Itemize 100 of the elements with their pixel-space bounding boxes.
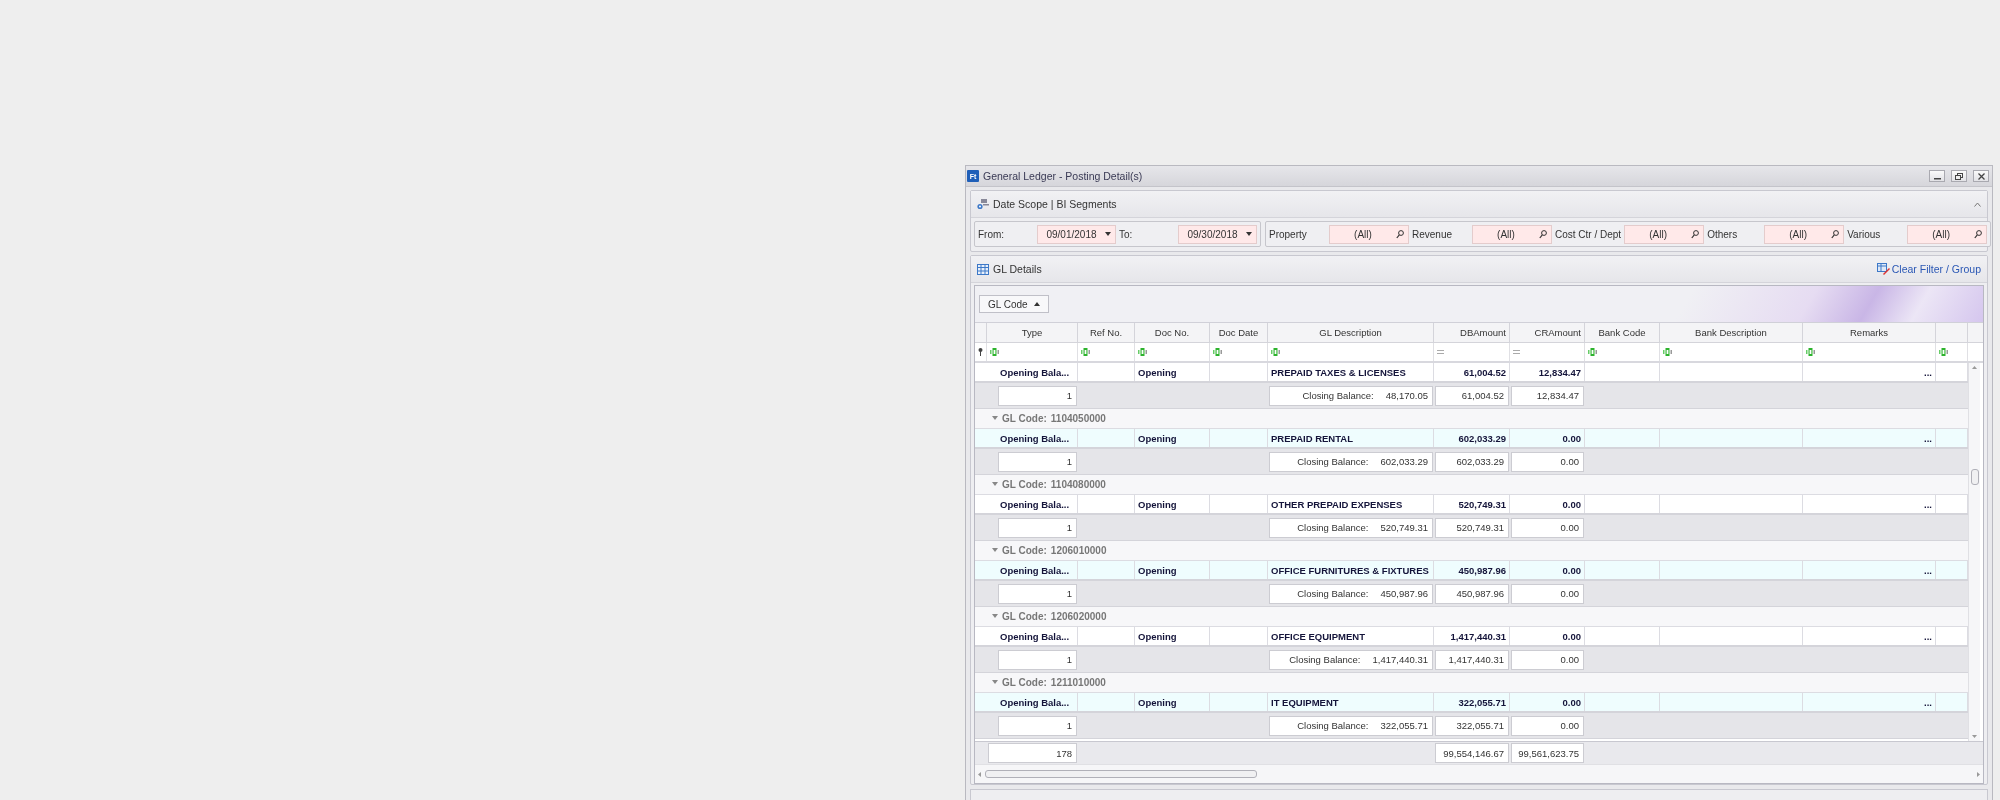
text-filter-icon[interactable]	[1081, 348, 1091, 356]
close-icon	[1977, 172, 1985, 180]
group-label: GL Code:	[1002, 677, 1047, 688]
search-icon[interactable]	[1974, 229, 1983, 239]
grid-icon	[977, 263, 989, 275]
segment-label: Property	[1269, 228, 1308, 240]
table-cell: 0.00	[1510, 693, 1585, 711]
column-header[interactable]: Doc No.	[1135, 323, 1210, 342]
table-cell: Opening Bala...	[997, 627, 1078, 645]
to-date-field[interactable]: 09/30/2018	[1178, 224, 1257, 244]
summary-cell: 0.00	[1511, 583, 1584, 604]
segment-field[interactable]: (All)	[1764, 224, 1845, 244]
segment-field[interactable]: (All)	[1329, 224, 1409, 244]
table-cell: 322,055.71	[1434, 693, 1510, 711]
total-cell: 99,554,146.67	[1435, 743, 1509, 763]
table-cell: Opening Bala...	[997, 429, 1078, 447]
segment-field[interactable]: (All)	[1472, 224, 1552, 244]
collapse-arrow-icon[interactable]	[992, 416, 998, 421]
table-cell: ...	[1803, 429, 1936, 447]
table-cell: Opening Bala...	[997, 495, 1078, 513]
dropdown-arrow-icon[interactable]	[1246, 232, 1252, 236]
closing-balance: Closing Balance: 1,417,440.31	[1269, 649, 1433, 670]
column-header[interactable]: Bank Code	[1585, 323, 1660, 342]
column-header[interactable]: GL Description	[1268, 323, 1434, 342]
table-cell: ...	[1803, 627, 1936, 645]
close-button[interactable]	[1973, 170, 1989, 182]
segment-label: Cost Ctr / Dept	[1555, 228, 1622, 240]
segment-label: Revenue	[1412, 228, 1454, 240]
text-filter-icon[interactable]	[1588, 348, 1598, 356]
text-filter-icon[interactable]	[1806, 348, 1816, 356]
text-filter-icon[interactable]	[1213, 348, 1223, 356]
collapse-arrow-icon[interactable]	[992, 548, 998, 553]
table-cell: 1,417,440.31	[1434, 627, 1510, 645]
dropdown-arrow-icon[interactable]	[1105, 232, 1111, 236]
closing-balance: Closing Balance: 450,987.96	[1269, 583, 1433, 604]
summary-count: 1	[998, 517, 1077, 538]
summary-count: 1	[998, 451, 1077, 472]
table-cell: ...	[1803, 363, 1936, 381]
group-code: 1104050000	[1050, 413, 1106, 424]
column-header[interactable]: CRAmount	[1510, 323, 1585, 342]
minimize-button[interactable]	[1929, 170, 1945, 182]
search-icon[interactable]	[1831, 229, 1840, 239]
group-by-chip[interactable]: GL Code	[979, 295, 1049, 313]
text-filter-icon[interactable]	[990, 348, 1000, 356]
segment-field[interactable]: (All)	[1907, 224, 1988, 244]
table-cell: Opening Bala...	[997, 693, 1078, 711]
from-date-field[interactable]: 09/01/2018	[1037, 224, 1116, 244]
scroll-thumb[interactable]	[1970, 469, 1979, 485]
text-filter-icon[interactable]	[1138, 348, 1148, 356]
segment-field[interactable]: (All)	[1624, 224, 1705, 244]
search-icon[interactable]	[1396, 229, 1404, 239]
restore-button[interactable]	[1951, 170, 1967, 182]
text-filter-icon[interactable]	[1939, 348, 1949, 356]
table-cell: PREPAID TAXES & LICENSES	[1268, 363, 1434, 381]
collapse-icon[interactable]	[1974, 201, 1981, 207]
summary-cell: 520,749.31	[1435, 517, 1509, 538]
collapse-arrow-icon[interactable]	[992, 614, 998, 619]
collapse-arrow-icon[interactable]	[992, 482, 998, 487]
column-header[interactable]: DBAmount	[1434, 323, 1510, 342]
text-filter-icon[interactable]	[1663, 348, 1673, 356]
panel-title: Date Scope | BI Segments	[993, 198, 1118, 210]
search-icon[interactable]	[1691, 229, 1700, 239]
group-code: 1104080000	[1050, 479, 1106, 490]
group-label: GL Code:	[1002, 611, 1047, 622]
table-cell: Opening Bala...	[997, 363, 1078, 381]
text-filter-icon[interactable]	[1271, 348, 1281, 356]
scroll-down-icon[interactable]	[1972, 735, 1977, 738]
summary-count: 1	[998, 715, 1077, 736]
scroll-up-icon[interactable]	[1972, 366, 1977, 369]
column-header[interactable]: Remarks	[1803, 323, 1936, 342]
closing-balance: Closing Balance: 322,055.71	[1269, 715, 1433, 736]
summary-cell: 0.00	[1511, 715, 1584, 736]
collapse-arrow-icon[interactable]	[992, 680, 998, 685]
summary-cell: 0.00	[1511, 517, 1584, 538]
table-cell: Opening Bala...	[997, 561, 1078, 579]
column-header[interactable]: Ref No.	[1078, 323, 1135, 342]
table-cell: 61,004.52	[1434, 363, 1510, 381]
group-code: 1206010000	[1050, 545, 1107, 556]
sort-ascending-icon	[1033, 302, 1040, 306]
scroll-right-icon[interactable]	[1977, 771, 1980, 777]
equals-icon[interactable]	[1437, 350, 1444, 354]
segment-label: Various	[1847, 228, 1882, 240]
total-cell: 99,561,623.75	[1511, 743, 1584, 763]
scroll-thumb[interactable]	[985, 770, 1257, 778]
closing-balance: Closing Balance: 602,033.29	[1269, 451, 1433, 472]
column-header[interactable]: Bank Description	[1660, 323, 1803, 342]
table-cell: 0.00	[1510, 495, 1585, 513]
scroll-left-icon[interactable]	[978, 771, 981, 777]
clear-filter-link[interactable]: Clear Filter / Group	[1876, 263, 1981, 275]
equals-icon[interactable]	[1513, 350, 1520, 354]
group-code: 1206020000	[1050, 611, 1107, 622]
segment-label: Others	[1707, 228, 1739, 240]
table-cell: OFFICE EQUIPMENT	[1268, 627, 1434, 645]
search-icon[interactable]	[1539, 229, 1547, 239]
summary-cell: 322,055.71	[1435, 715, 1509, 736]
column-header[interactable]: Type	[987, 323, 1078, 342]
summary-cell: 0.00	[1511, 451, 1584, 472]
table-cell: ...	[1803, 495, 1936, 513]
column-header[interactable]: Doc Date	[1210, 323, 1268, 342]
table-cell: 0.00	[1510, 429, 1585, 447]
